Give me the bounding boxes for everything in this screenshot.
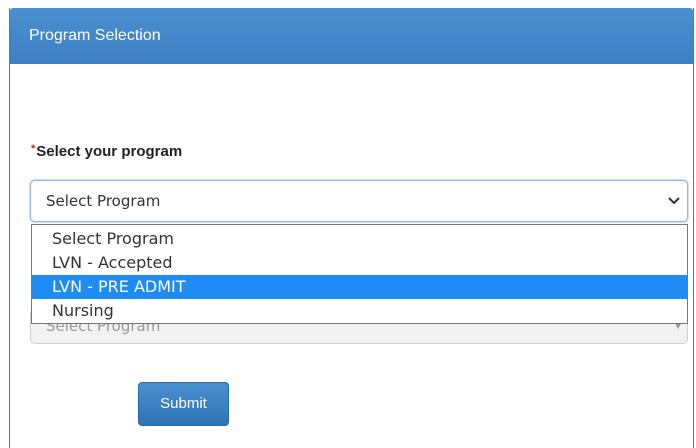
dropdown-option-nursing[interactable]: Nursing	[32, 299, 687, 323]
dropdown-option-lvn-pre-admit[interactable]: LVN - PRE ADMIT	[32, 275, 687, 299]
chevron-down-icon	[668, 197, 680, 205]
program-select-value: Select Program	[46, 192, 161, 210]
program-dropdown-list: Select Program LVN - Accepted LVN - PRE …	[31, 224, 688, 324]
program-select[interactable]: Select Program	[30, 180, 688, 222]
program-field-label: *Select your program	[31, 143, 182, 160]
submit-button[interactable]: Submit	[138, 382, 229, 426]
program-selection-panel: Program Selection *Select your program S…	[9, 8, 694, 448]
panel-title: Program Selection	[10, 8, 693, 64]
dropdown-option-lvn-accepted[interactable]: LVN - Accepted	[32, 251, 687, 275]
program-label-text: Select your program	[36, 143, 183, 160]
required-marker: *	[31, 143, 36, 155]
dropdown-option-select-program[interactable]: Select Program	[32, 227, 687, 251]
